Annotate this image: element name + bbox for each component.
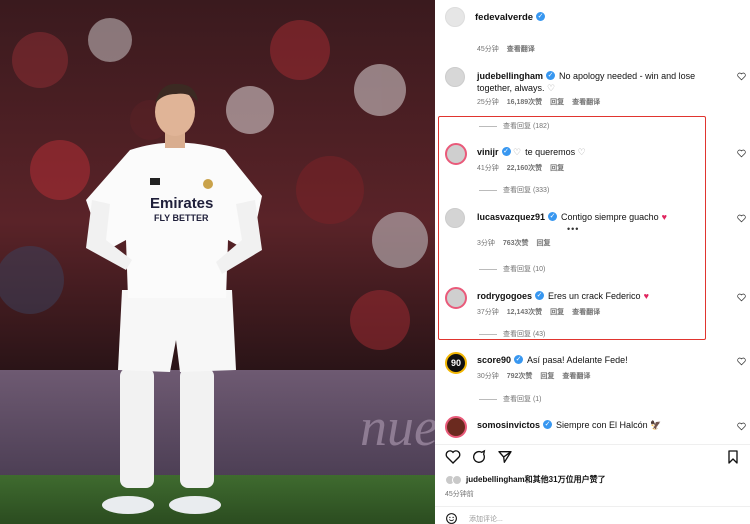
author-reply-meta: 45分钟 查看翻译 [477,44,541,54]
post-photo: nueva lí Emirates FLY BETTE [0,0,435,524]
translate-link[interactable]: 查看翻译 [507,46,535,53]
verified-icon: ✓ [536,11,546,21]
author-name[interactable]: fedevalverde ✓ [475,11,546,23]
add-comment-bar: 添加评论... [435,506,750,524]
like-heart-icon[interactable] [737,149,746,158]
comment-time: 30分钟 [477,373,499,380]
commenter-avatar[interactable] [445,416,467,438]
like-heart-icon[interactable] [445,449,461,465]
comment-meta: 30分钟 792次赞 回复 查看翻译 [477,371,596,381]
like-heart-icon[interactable] [737,72,746,81]
liker-avatar [452,474,462,485]
comment-meta: 25分钟 16,189次赞 回复 查看翻译 [477,97,606,107]
commenter-avatar[interactable]: 90 [445,352,467,374]
view-replies-text[interactable]: 查看回复 (1) [503,396,542,403]
like-heart-icon[interactable] [737,293,746,302]
post-header: fedevalverde ✓ [435,0,750,34]
share-icon[interactable] [497,449,513,465]
like-heart-icon[interactable] [737,214,746,223]
reply-button[interactable]: 回复 [550,99,564,106]
shirt-sponsor: Emirates [150,195,213,212]
comment-time: 45分钟 [477,46,499,53]
comment-likes[interactable]: 16,189次赞 [507,99,542,106]
author-avatar[interactable] [445,7,465,27]
view-replies-link[interactable]: 查看回复 (1) [479,394,542,404]
likes-summary-text[interactable]: jude​bellingham和其他31万位用户赞了 [466,475,606,484]
comment-input[interactable]: 添加评论... [469,514,503,524]
board-text: nueva lí [360,397,435,457]
like-heart-icon[interactable] [737,422,746,431]
shirt-sponsor-tagline: FLY BETTER [154,213,209,223]
verified-icon: ✓ [543,420,553,430]
comment-likes[interactable]: 792次赞 [507,373,533,380]
translate-link[interactable]: 查看翻译 [562,373,590,380]
reply-button[interactable]: 回复 [540,373,554,380]
translate-link[interactable]: 查看翻译 [572,99,600,106]
post-action-bar [435,444,750,466]
comment-text: Siempre con El Halcón 🦅 [556,420,662,430]
verified-icon: ✓ [546,71,556,81]
highlight-box [438,116,706,340]
bookmark-icon[interactable] [725,449,741,465]
verified-icon: ✓ [514,355,524,365]
commenter-name[interactable]: somosinvictos [477,420,540,430]
author-name-text[interactable]: fedevalverde [475,12,533,23]
likes-summary[interactable]: jude​bellingham和其他31万位用户赞了 [445,474,606,485]
emoji-icon[interactable] [445,512,458,524]
post-time: 45分钟前 [445,491,474,498]
comment-icon[interactable] [471,449,487,465]
comment-time: 25分钟 [477,99,499,106]
comment-body: somosinvictos ✓ Siempre con El Halcón 🦅 [477,420,661,431]
commenter-name[interactable]: judebellingham [477,71,543,81]
comment-body: score90 ✓ Así pasa! Adelante Fede! [477,355,628,365]
comment-body: judebellingham ✓ No apology needed - win a… [477,70,727,94]
photo-illustration: nueva lí Emirates FLY BETTE [0,0,435,524]
comment-text: Así pasa! Adelante Fede! [527,355,628,365]
white-heart-icon: ♡ [544,83,556,93]
commenter-avatar[interactable] [445,67,465,87]
commenter-name[interactable]: score90 [477,355,511,365]
like-heart-icon[interactable] [737,357,746,366]
